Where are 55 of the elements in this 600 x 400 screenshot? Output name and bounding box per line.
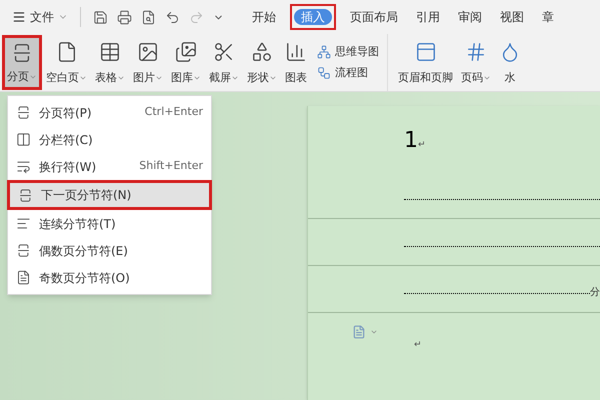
pictures-icon [175,41,197,63]
ribbon-button[interactable]: 水 [497,37,523,88]
shapes-icon [251,41,273,63]
caret-icon[interactable] [370,328,378,336]
heading-text: 1 [404,130,418,152]
picture-icon [137,41,159,63]
save-icon[interactable] [93,10,108,24]
split-box-icon [18,188,33,202]
ribbon-button[interactable]: 形状 [245,37,279,88]
bar-chart-icon [285,41,307,63]
print-icon[interactable] [117,10,132,24]
ribbon-button[interactable]: 分页 [5,38,39,87]
ribbon-button[interactable]: 页眉和页脚 [396,37,455,88]
menu-icon [12,10,26,24]
menu-item[interactable]: 偶数页分节符(E) [8,237,211,264]
menu-item[interactable]: 分页符(P) Ctrl+Enter [8,99,211,126]
ribbon-tab[interactable]: 引用 [412,4,444,30]
ribbon-button[interactable]: 图片 [131,37,165,88]
split-icon [16,243,31,258]
section-break-label: 分 [590,288,600,298]
menu-item[interactable]: 分栏符(C) [8,126,211,153]
lines-icon [16,216,31,231]
wrap-text-icon [16,159,31,174]
ribbon-button[interactable]: 表格 [93,37,127,88]
menu-item[interactable]: 换行符(W) Shift+Enter [8,153,211,180]
ribbon-button[interactable]: 截屏 [207,37,241,88]
ribbon-tab[interactable]: 章 [538,4,558,30]
ribbon-button[interactable]: 图库 [169,37,203,88]
columns-icon [16,132,31,147]
menu-item[interactable]: 连续分节符(T) [8,210,211,237]
file-menu[interactable]: 文件 [12,8,68,26]
ribbon-small-button[interactable]: 流程图 [317,65,379,82]
paragraph-mark: ↵ [418,138,426,152]
scissors-icon [213,41,235,63]
ribbon-button[interactable]: 图表 [283,37,309,88]
menu-item[interactable]: 奇数页分节符(O) [8,264,211,291]
hash-icon [465,41,487,63]
menu-item[interactable]: 下一页分节符(N) [10,183,209,207]
ribbon-button[interactable]: 页码 [459,37,493,88]
preview-icon[interactable] [141,10,156,24]
flow-icon [317,66,331,80]
panel-icon [414,41,436,63]
network-icon [317,44,331,59]
ribbon-tab[interactable]: 页面布局 [346,4,402,30]
table-icon [99,41,121,63]
split-box-icon [16,105,31,120]
undo-icon[interactable] [165,10,180,24]
document-icon [16,270,31,285]
ribbon-tab[interactable]: 开始 [248,4,280,30]
ribbon-tab[interactable]: 视图 [496,4,528,30]
paragraph-mark: ↵ [414,339,422,352]
ribbon-tab[interactable]: 审阅 [454,4,486,30]
ribbon-button[interactable]: 空白页 [44,37,89,88]
ribbon-small-button[interactable]: 思维导图 [317,44,379,60]
split-box-icon [11,42,33,64]
